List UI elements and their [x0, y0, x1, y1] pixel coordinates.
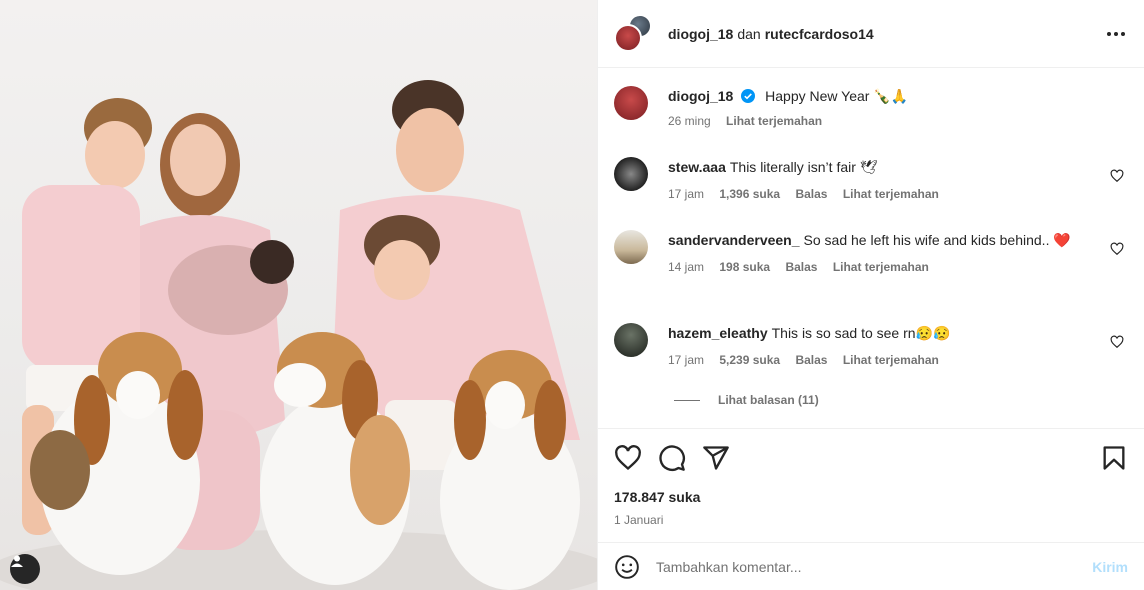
translate-link[interactable]: Lihat terjemahan — [843, 353, 939, 367]
caption-translate-link[interactable]: Lihat terjemahan — [726, 114, 822, 128]
post-actions: 178.847 suka 1 Januari — [598, 428, 1144, 542]
dot-icon — [1114, 31, 1118, 36]
comment-item: stew.aaa This literally isn’t fair 🕊 17 j… — [614, 157, 1128, 205]
like-comment-heart-icon[interactable] — [1110, 335, 1124, 349]
comments-list: diogoj_18 Happy New Year 🍾🙏 26 ming Liha… — [598, 68, 1144, 428]
comment-item: sandervanderveen_ So sad he left his wife… — [614, 230, 1128, 278]
comment-input[interactable]: Tambahkan komentar... — [656, 559, 1092, 575]
post-header: diogoj_18 dan rutecfcardoso14 — [598, 0, 1144, 68]
comment-item: hazem_eleathy This is so sad to see rn😥😥 … — [614, 323, 1128, 371]
family-photo-illustration — [0, 80, 597, 590]
view-replies-button[interactable]: Lihat balasan (11) — [674, 393, 819, 407]
more-options-button[interactable] — [1104, 22, 1128, 46]
translate-link[interactable]: Lihat terjemahan — [843, 187, 939, 201]
reply-button[interactable]: Balas — [795, 187, 827, 201]
header-user2[interactable]: rutecfcardoso14 — [765, 26, 874, 42]
reply-button[interactable]: Balas — [785, 260, 817, 274]
reply-button[interactable]: Balas — [795, 353, 827, 367]
header-usernames: diogoj_18 dan rutecfcardoso14 — [668, 26, 874, 42]
emoji-icon[interactable] — [614, 554, 640, 580]
save-bookmark-icon[interactable] — [1100, 444, 1128, 472]
collab-avatars[interactable] — [614, 13, 652, 52]
comment-username[interactable]: hazem_eleathy — [668, 325, 768, 341]
post-comment-button[interactable]: Kirim — [1092, 559, 1128, 575]
caption-username[interactable]: diogoj_18 — [668, 88, 733, 104]
like-comment-heart-icon[interactable] — [1110, 242, 1124, 256]
share-send-icon[interactable] — [702, 444, 730, 472]
verified-badge-icon — [741, 89, 756, 103]
caption-text: Happy New Year 🍾🙏 — [765, 88, 909, 104]
caption-time[interactable]: 26 ming — [668, 114, 711, 128]
tagged-users-button[interactable] — [10, 554, 40, 584]
post-date[interactable]: 1 Januari — [614, 513, 1128, 527]
like-comment-heart-icon[interactable] — [1110, 169, 1124, 183]
comment-text: This literally isn’t fair 🕊 — [729, 159, 878, 175]
comment-bubble-icon[interactable] — [658, 444, 686, 472]
translate-link[interactable]: Lihat terjemahan — [833, 260, 929, 274]
post-photo[interactable] — [0, 0, 597, 590]
comment-time[interactable]: 17 jam — [668, 353, 704, 367]
comment-likes[interactable]: 5,239 suka — [719, 353, 780, 367]
comment-text: So sad he left his wife and kids behind.… — [803, 232, 1071, 248]
post-side-panel: diogoj_18 dan rutecfcardoso14 diogoj_18 Ha… — [597, 0, 1144, 590]
add-comment-bar: Tambahkan komentar... Kirim — [598, 542, 1144, 590]
avatar[interactable] — [614, 157, 648, 191]
comment-username[interactable]: stew.aaa — [668, 159, 726, 175]
user-icon — [11, 555, 23, 567]
comment-likes[interactable]: 1,396 suka — [719, 187, 780, 201]
avatar[interactable] — [614, 86, 648, 120]
comment-likes[interactable]: 198 suka — [719, 260, 770, 274]
avatar[interactable] — [614, 230, 648, 264]
header-user1[interactable]: diogoj_18 — [668, 26, 733, 42]
dot-icon — [1107, 31, 1111, 36]
divider — [674, 399, 700, 401]
comment-time[interactable]: 17 jam — [668, 187, 704, 201]
view-replies-label: Lihat balasan (11) — [718, 393, 819, 407]
comment-text: This is so sad to see rn😥😥 — [771, 325, 951, 341]
likes-count[interactable]: 178.847 suka — [614, 489, 1128, 505]
header-joiner: dan — [737, 25, 761, 42]
avatar[interactable] — [614, 23, 642, 52]
dot-icon — [1121, 31, 1125, 36]
avatar[interactable] — [614, 323, 648, 357]
caption: diogoj_18 Happy New Year 🍾🙏 26 ming Liha… — [614, 86, 1128, 132]
comment-username[interactable]: sandervanderveen_ — [668, 232, 800, 248]
comment-time[interactable]: 14 jam — [668, 260, 704, 274]
like-heart-icon[interactable] — [614, 444, 642, 472]
